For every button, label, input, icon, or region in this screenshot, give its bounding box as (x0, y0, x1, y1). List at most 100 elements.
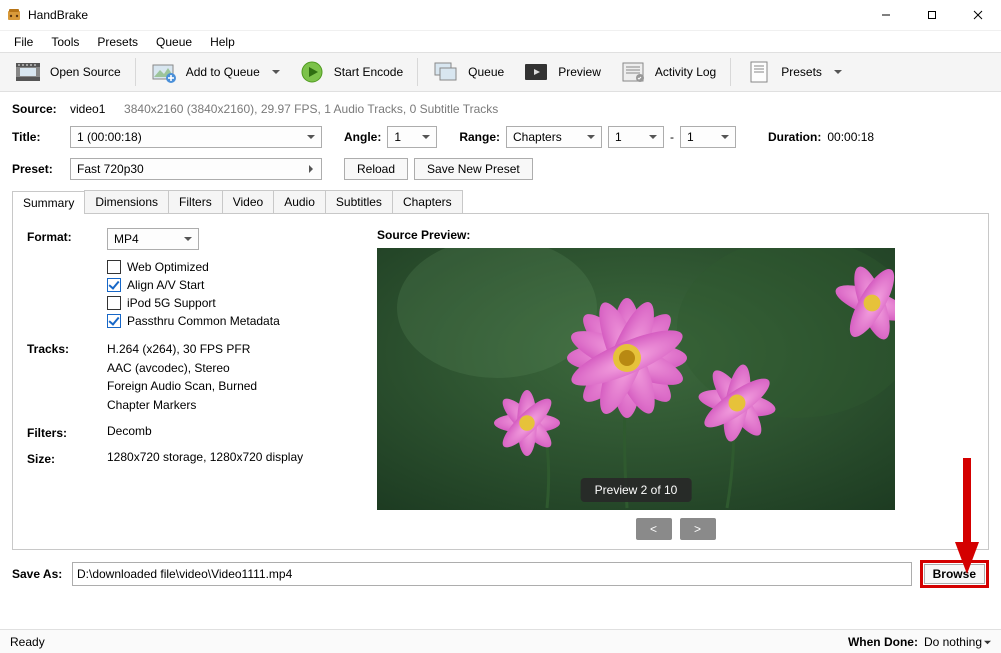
size-value: 1280x720 storage, 1280x720 display (107, 450, 347, 466)
menu-tools[interactable]: Tools (43, 33, 87, 51)
status-text: Ready (10, 635, 45, 649)
source-row: Source: video1 3840x2160 (3840x2160), 29… (12, 102, 989, 116)
presets-button[interactable]: Presets (739, 57, 848, 87)
range-label: Range: (459, 130, 500, 144)
content-area: Source: video1 3840x2160 (3840x2160), 29… (0, 92, 1001, 550)
source-preview-image: Preview 2 of 10 (377, 248, 895, 510)
save-as-text[interactable] (77, 564, 907, 584)
format-select[interactable]: MP4 (107, 228, 199, 250)
checkbox-web-optimized[interactable]: Web Optimized (107, 260, 347, 274)
red-arrow-annotation (955, 458, 979, 578)
chevron-down-icon (184, 232, 192, 246)
tab-dimensions[interactable]: Dimensions (84, 190, 169, 213)
open-source-button[interactable]: Open Source (8, 57, 127, 87)
range-from-select[interactable]: 1 (608, 126, 664, 148)
tab-chapters[interactable]: Chapters (392, 190, 463, 213)
checkbox-icon (107, 260, 121, 274)
chevron-down-icon (307, 130, 315, 144)
add-to-queue-label: Add to Queue (186, 65, 260, 79)
window-maximize-button[interactable] (909, 0, 955, 30)
start-encode-button[interactable]: Start Encode (292, 57, 409, 87)
chevron-down-icon (721, 130, 729, 144)
tab-summary[interactable]: Summary (12, 191, 85, 214)
filters-label: Filters: (27, 424, 107, 440)
tab-subtitles[interactable]: Subtitles (325, 190, 393, 213)
format-value: MP4 (114, 232, 139, 246)
preview-counter-badge: Preview 2 of 10 (581, 478, 692, 502)
tab-audio[interactable]: Audio (273, 190, 326, 213)
preset-value: Fast 720p30 (77, 162, 144, 176)
reload-preset-button[interactable]: Reload (344, 158, 408, 180)
source-name: video1 (70, 102, 105, 116)
toolbar-separator (417, 58, 418, 86)
chevron-down-icon[interactable] (834, 65, 842, 79)
menu-presets[interactable]: Presets (89, 33, 146, 51)
checkbox-passthru-metadata[interactable]: Passthru Common Metadata (107, 314, 347, 328)
open-source-label: Open Source (50, 65, 121, 79)
range-from-value: 1 (615, 130, 622, 144)
checkbox-label: Passthru Common Metadata (127, 314, 280, 328)
save-as-label: Save As: (12, 567, 64, 581)
activity-log-icon (619, 60, 647, 84)
range-mode-select[interactable]: Chapters (506, 126, 602, 148)
menu-bar: File Tools Presets Queue Help (0, 30, 1001, 52)
angle-select[interactable]: 1 (387, 126, 437, 148)
save-as-path-input[interactable] (72, 562, 912, 586)
track-line: AAC (avcodec), Stereo (107, 359, 347, 378)
when-done-value: Do nothing (924, 635, 982, 649)
checkbox-icon (107, 296, 121, 310)
preview-icon (522, 60, 550, 84)
title-select[interactable]: 1 (00:00:18) (70, 126, 322, 148)
filters-value: Decomb (107, 424, 347, 440)
title-select-value: 1 (00:00:18) (77, 130, 142, 144)
range-to-value: 1 (687, 130, 694, 144)
activity-log-button[interactable]: Activity Log (613, 57, 722, 87)
source-preview-label: Source Preview: (377, 228, 974, 242)
menu-file[interactable]: File (6, 33, 41, 51)
play-icon (298, 60, 326, 84)
chevron-down-icon (649, 130, 657, 144)
preset-select[interactable]: Fast 720p30 (70, 158, 322, 180)
chevron-down-icon[interactable] (272, 65, 280, 79)
preset-row: Preset: Fast 720p30 Reload Save New Pres… (12, 158, 989, 180)
title-row: Title: 1 (00:00:18) Angle: 1 Range: Chap… (12, 126, 989, 148)
presets-label: Presets (781, 65, 822, 79)
window-minimize-button[interactable] (863, 0, 909, 30)
track-line: H.264 (x264), 30 FPS PFR (107, 340, 347, 359)
checkbox-ipod-5g[interactable]: iPod 5G Support (107, 296, 347, 310)
toolbar: Open Source Add to Queue Start Encode Qu… (0, 52, 1001, 92)
reload-label: Reload (357, 162, 395, 176)
chevron-down-icon (984, 635, 991, 649)
angle-value: 1 (394, 130, 401, 144)
add-to-queue-button[interactable]: Add to Queue (144, 57, 286, 87)
when-done-select[interactable]: Do nothing (924, 635, 991, 649)
duration-label: Duration: (768, 130, 821, 144)
tab-filters[interactable]: Filters (168, 190, 223, 213)
range-to-select[interactable]: 1 (680, 126, 736, 148)
preset-label: Preset: (12, 162, 64, 176)
chevron-right-icon (307, 162, 315, 176)
chevron-down-icon (422, 130, 430, 144)
checkbox-align-av-start[interactable]: Align A/V Start (107, 278, 347, 292)
toolbar-separator (135, 58, 136, 86)
source-label: Source: (12, 102, 64, 116)
window-close-button[interactable] (955, 0, 1001, 30)
track-line: Foreign Audio Scan, Burned (107, 377, 347, 396)
size-label: Size: (27, 450, 107, 466)
queue-button[interactable]: Queue (426, 57, 510, 87)
queue-icon (432, 60, 460, 84)
tab-video[interactable]: Video (222, 190, 274, 213)
menu-help[interactable]: Help (202, 33, 243, 51)
range-mode-value: Chapters (513, 130, 562, 144)
angle-label: Angle: (344, 130, 381, 144)
save-new-preset-button[interactable]: Save New Preset (414, 158, 533, 180)
activity-log-label: Activity Log (655, 65, 716, 79)
preview-next-button[interactable]: > (680, 518, 716, 540)
preview-button[interactable]: Preview (516, 57, 607, 87)
checkbox-label: Align A/V Start (127, 278, 204, 292)
tracks-label: Tracks: (27, 340, 107, 414)
range-separator: - (670, 130, 674, 144)
menu-queue[interactable]: Queue (148, 33, 200, 51)
save-new-label: Save New Preset (427, 162, 520, 176)
preview-prev-button[interactable]: < (636, 518, 672, 540)
